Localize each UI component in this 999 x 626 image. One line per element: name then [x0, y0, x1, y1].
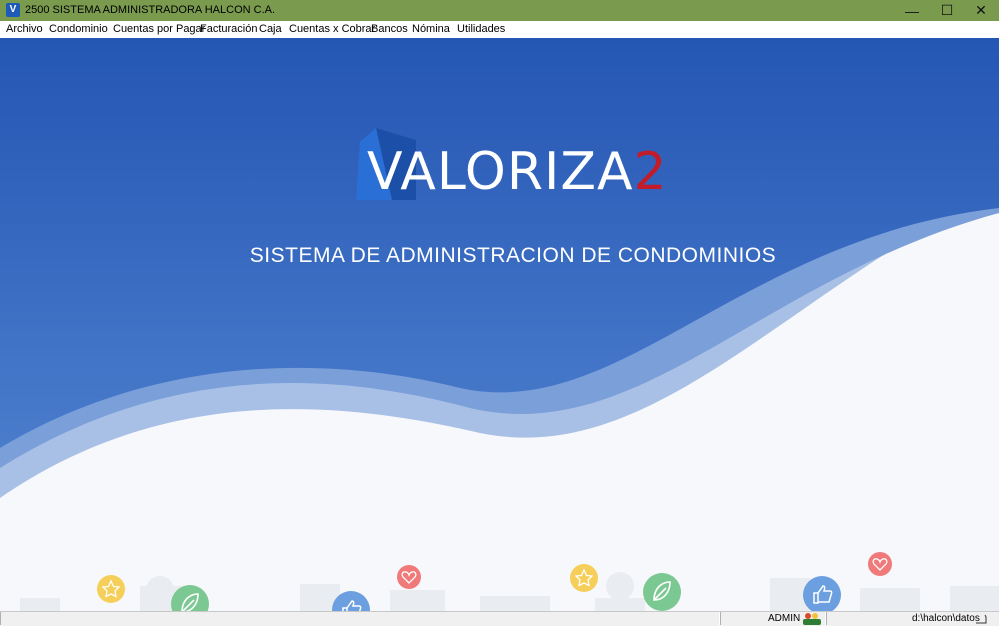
splash-background: [0, 38, 999, 611]
minimize-button[interactable]: —: [895, 0, 929, 21]
logo-main-text: VALORIZA: [367, 142, 634, 202]
star-icon: [97, 575, 125, 603]
menu-archivo[interactable]: Archivo: [6, 23, 43, 35]
folder-icon: [976, 614, 987, 624]
valoriza-logo: VALORIZA2: [367, 142, 668, 202]
heart-icon: [397, 565, 421, 589]
menu-bar: Archivo Condominio Cuentas por Pagar Fac…: [0, 21, 999, 39]
title-bar: V 2500 SISTEMA ADMINISTRADORA HALCON C.A…: [0, 0, 999, 21]
status-bar: ADMIN d:\halcon\datos: [0, 611, 999, 626]
splash-subtitle: SISTEMA DE ADMINISTRACION DE CONDOMINIOS: [249, 244, 777, 267]
heart-icon: [868, 552, 892, 576]
menu-facturacion[interactable]: Facturación: [200, 23, 257, 35]
status-panel-main: [0, 612, 720, 625]
close-button[interactable]: ✕: [964, 0, 998, 21]
menu-caja[interactable]: Caja: [259, 23, 282, 35]
app-icon[interactable]: V: [6, 3, 20, 17]
window-title: 2500 SISTEMA ADMINISTRADORA HALCON C.A.: [25, 4, 276, 16]
menu-condominio[interactable]: Condominio: [49, 23, 108, 35]
splash-canvas: VALORIZA2 SISTEMA DE ADMINISTRACION DE C…: [0, 38, 999, 611]
star-icon: [570, 564, 598, 592]
maximize-button[interactable]: ☐: [930, 0, 964, 21]
menu-bancos[interactable]: Bancos: [371, 23, 408, 35]
logo-accent-text: 2: [633, 142, 668, 202]
status-user: ADMIN: [768, 613, 801, 624]
leaf-icon: [643, 573, 681, 611]
menu-nomina[interactable]: Nómina: [412, 23, 450, 35]
users-icon: [803, 613, 821, 625]
menu-cuentas-por-pagar[interactable]: Cuentas por Pagar: [113, 23, 205, 35]
status-path: d:\halcon\datos: [912, 613, 980, 624]
menu-cuentas-x-cobrar[interactable]: Cuentas x Cobrar: [289, 23, 375, 35]
menu-utilidades[interactable]: Utilidades: [457, 23, 505, 35]
